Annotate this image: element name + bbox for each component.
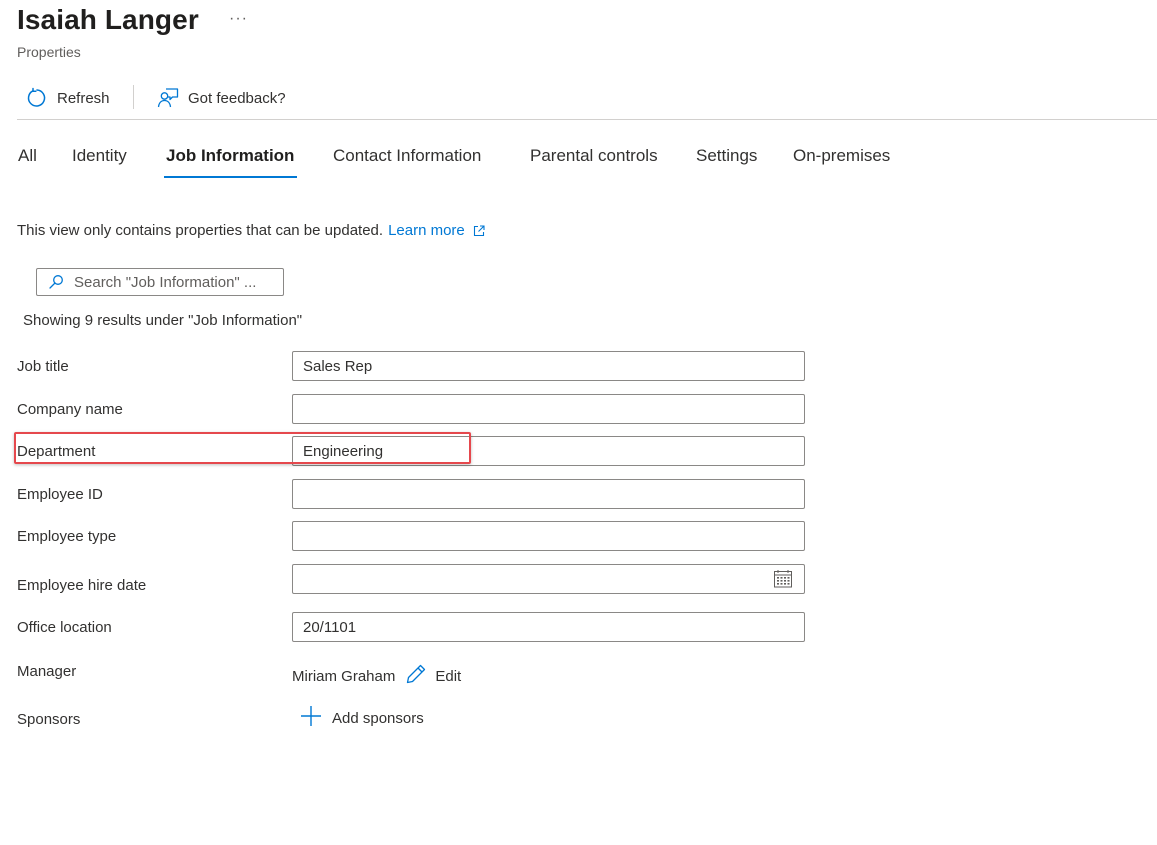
page-title: Isaiah Langer xyxy=(17,4,199,35)
manager-label: Manager xyxy=(17,663,77,680)
employee-id-input[interactable] xyxy=(293,485,804,503)
job-title-input[interactable] xyxy=(293,357,804,375)
department-field[interactable] xyxy=(292,436,805,466)
tab-contact-information[interactable]: Contact Information xyxy=(333,146,481,166)
toolbar-divider-line xyxy=(17,119,1157,120)
search-icon xyxy=(48,274,64,290)
tab-parental-controls[interactable]: Parental controls xyxy=(530,146,658,166)
edit-manager-button[interactable]: Edit xyxy=(405,663,461,689)
company-name-input[interactable] xyxy=(293,400,804,418)
add-sponsors-button[interactable]: Add sponsors xyxy=(300,705,424,731)
office-location-input[interactable] xyxy=(293,618,804,636)
job-title-field[interactable] xyxy=(292,351,805,381)
learn-more-link[interactable]: Learn more xyxy=(388,222,465,239)
edit-label: Edit xyxy=(435,667,462,685)
search-box[interactable] xyxy=(36,268,284,296)
feedback-button[interactable]: Got feedback? xyxy=(157,84,286,112)
employee-type-input[interactable] xyxy=(293,527,804,545)
department-label: Department xyxy=(17,443,96,460)
refresh-label: Refresh xyxy=(57,89,110,107)
manager-name: Miriam Graham xyxy=(292,667,396,685)
tab-job-information[interactable]: Job Information xyxy=(166,146,294,166)
add-sponsors-label: Add sponsors xyxy=(332,709,424,727)
calendar-icon[interactable] xyxy=(773,569,793,594)
hire-date-field[interactable] xyxy=(292,564,805,594)
tab-identity[interactable]: Identity xyxy=(72,146,127,166)
search-results-count: Showing 9 results under "Job Information… xyxy=(23,312,303,329)
active-tab-indicator xyxy=(164,176,297,178)
employee-id-field[interactable] xyxy=(292,479,805,509)
info-message: This view only contains properties that … xyxy=(17,222,485,239)
feedback-label: Got feedback? xyxy=(188,89,286,107)
tab-on-premises[interactable]: On-premises xyxy=(793,146,890,166)
employee-id-label: Employee ID xyxy=(17,486,103,503)
sponsors-label: Sponsors xyxy=(17,711,81,728)
tab-settings[interactable]: Settings xyxy=(696,146,757,166)
info-text: This view only contains properties that … xyxy=(17,222,384,239)
feedback-icon xyxy=(157,87,179,109)
manager-value: Miriam Graham Edit xyxy=(292,663,461,689)
toolbar-divider xyxy=(133,85,134,109)
hire-date-label: Employee hire date xyxy=(17,577,147,594)
external-link-icon[interactable] xyxy=(473,224,485,237)
hire-date-input[interactable] xyxy=(293,570,804,588)
search-input[interactable] xyxy=(74,273,274,291)
office-location-field[interactable] xyxy=(292,612,805,642)
company-name-label: Company name xyxy=(17,401,123,418)
tab-all[interactable]: All xyxy=(18,146,37,166)
page-subtitle: Properties xyxy=(17,44,81,60)
job-title-label: Job title xyxy=(17,358,69,375)
company-name-field[interactable] xyxy=(292,394,805,424)
employee-type-label: Employee type xyxy=(17,528,117,545)
office-location-label: Office location xyxy=(17,619,112,636)
more-options-button[interactable]: ··· xyxy=(229,10,248,28)
refresh-button[interactable]: Refresh xyxy=(26,84,110,112)
employee-type-field[interactable] xyxy=(292,521,805,551)
plus-icon xyxy=(300,705,322,731)
refresh-icon xyxy=(26,87,48,109)
pencil-icon xyxy=(405,663,427,689)
department-input[interactable] xyxy=(293,442,804,460)
